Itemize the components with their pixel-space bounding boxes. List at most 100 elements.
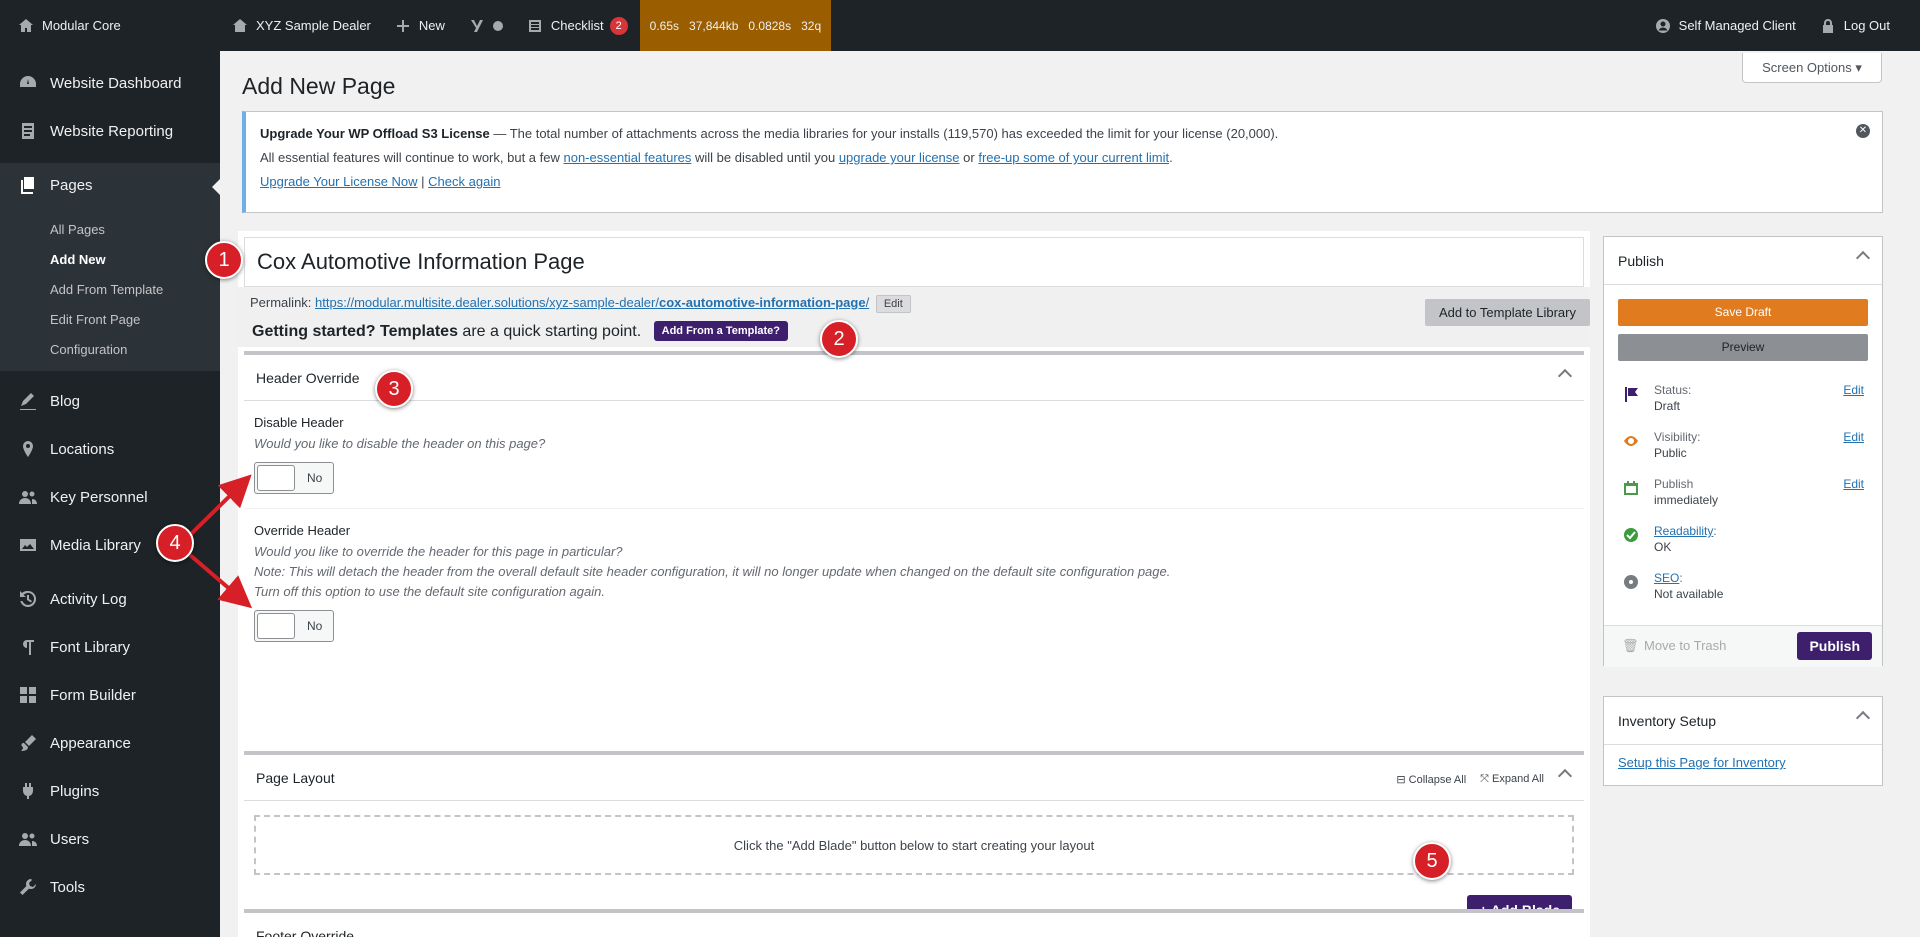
header-override-box: Header Override Disable Header Would you… <box>244 351 1584 656</box>
publish-button[interactable]: Publish <box>1797 632 1872 660</box>
edit-visibility-link[interactable]: Edit <box>1843 430 1864 444</box>
check-circle-icon <box>1624 528 1638 542</box>
screen-options-button[interactable]: Screen Options ▾ <box>1742 53 1882 83</box>
override-header-field: Override Header Would you like to overri… <box>244 509 1584 656</box>
submenu-configuration[interactable]: Configuration <box>0 335 220 365</box>
wrench-icon <box>20 879 37 895</box>
permalink-link[interactable]: https://modular.multisite.dealer.solutio… <box>315 295 869 310</box>
post-title-input[interactable]: Cox Automotive Information Page <box>244 237 1584 287</box>
publish-actions: 🗑 Move to Trash Publish <box>1604 625 1882 667</box>
menu-form-builder[interactable]: Form Builder <box>0 671 220 719</box>
plugin-icon <box>22 783 34 799</box>
permalink: Permalink: https://modular.multisite.dea… <box>250 295 911 313</box>
callout-1: 1 <box>205 241 243 279</box>
upgrade-license-link[interactable]: upgrade your license <box>839 150 960 165</box>
header-override-heading[interactable]: Header Override <box>244 355 1584 401</box>
menu-key-personnel[interactable]: Key Personnel <box>0 473 220 521</box>
submenu-edit-front-page[interactable]: Edit Front Page <box>0 305 220 335</box>
eye-icon <box>1624 436 1638 446</box>
move-to-trash-link[interactable]: Move to Trash <box>1644 638 1726 653</box>
trash-icon: 🗑 <box>1622 638 1639 653</box>
form-icon <box>20 687 36 703</box>
logout-link[interactable]: Log Out <box>1808 0 1920 51</box>
menu-tools[interactable]: Tools <box>0 863 220 911</box>
callout-2: 2 <box>820 320 858 358</box>
menu-appearance[interactable]: Appearance <box>0 719 220 767</box>
page-layout-heading[interactable]: Page Layout ⊟ Collapse All ⤧ Expand All <box>244 755 1584 801</box>
callout-3: 3 <box>375 370 413 408</box>
post-editor: Cox Automotive Information Page Permalin… <box>238 231 1590 937</box>
menu-blog[interactable]: Blog <box>0 377 220 425</box>
users-icon <box>19 833 37 846</box>
add-from-template-button[interactable]: Add From a Template? <box>653 321 789 341</box>
menu-activity-log[interactable]: Activity Log <box>0 575 220 623</box>
query-monitor[interactable]: 0.65s 37,844kb 0.0828s 32q <box>639 0 832 51</box>
brush-icon <box>21 735 36 751</box>
submenu-all-pages[interactable]: All Pages <box>0 215 220 245</box>
chevron-up-icon[interactable] <box>1557 768 1573 784</box>
dealer-menu[interactable]: XYZ Sample Dealer <box>220 0 383 51</box>
inventory-setup-heading[interactable]: Inventory Setup <box>1604 697 1882 745</box>
readability-link[interactable]: Readability <box>1654 524 1713 538</box>
menu-locations[interactable]: Locations <box>0 425 220 473</box>
user-avatar-icon <box>1655 18 1670 33</box>
font-icon <box>23 640 34 655</box>
submenu-add-new[interactable]: Add New <box>0 245 220 275</box>
chevron-up-icon[interactable] <box>1855 250 1871 266</box>
calendar-icon <box>1624 481 1638 495</box>
layout-dropzone: Click the "Add Blade" button below to st… <box>254 815 1574 875</box>
menu-users[interactable]: Users <box>0 815 220 863</box>
checklist-menu[interactable]: Checklist 2 <box>515 0 640 51</box>
edit-status-link[interactable]: Edit <box>1843 383 1864 397</box>
toggle-knob <box>257 613 295 639</box>
chevron-up-icon[interactable] <box>1855 710 1871 726</box>
override-header-toggle[interactable]: No <box>254 610 334 642</box>
user-menu[interactable]: Self Managed Client <box>1643 0 1808 51</box>
callout-5: 5 <box>1413 842 1451 880</box>
footer-override-box: Footer Override <box>244 909 1584 937</box>
seo-row: SEO: Not available <box>1604 563 1882 610</box>
check-again-link[interactable]: Check again <box>428 174 500 189</box>
seo-link[interactable]: SEO <box>1654 571 1679 585</box>
disable-header-toggle[interactable]: No <box>254 462 334 494</box>
templates-prompt: Getting started? Templates are a quick s… <box>252 321 789 341</box>
visibility-row: Visibility: Public Edit <box>1604 422 1882 469</box>
collapse-all-button[interactable]: ⊟ Collapse All <box>1396 773 1466 786</box>
upgrade-license-now-link[interactable]: Upgrade Your License Now <box>260 174 418 189</box>
save-draft-button[interactable]: Save Draft <box>1618 299 1868 326</box>
disable-header-field: Disable Header Would you like to disable… <box>244 401 1584 509</box>
lock-icon <box>1822 18 1833 33</box>
menu-website-dashboard[interactable]: Website Dashboard <box>0 59 220 107</box>
preview-button[interactable]: Preview <box>1618 334 1868 361</box>
add-to-template-library-button[interactable]: Add to Template Library <box>1424 299 1590 326</box>
non-essential-features-link[interactable]: non-essential features <box>563 150 691 165</box>
dismiss-notice-icon[interactable]: ✕ <box>1856 124 1870 138</box>
submenu-add-from-template[interactable]: Add From Template <box>0 275 220 305</box>
menu-font-library[interactable]: Font Library <box>0 623 220 671</box>
publish-heading[interactable]: Publish <box>1604 237 1882 285</box>
menu-website-reporting[interactable]: Website Reporting <box>0 107 220 155</box>
inventory-setup-link[interactable]: Setup this Page for Inventory <box>1618 755 1868 770</box>
checklist-icon <box>528 19 541 32</box>
house-icon <box>233 18 247 32</box>
location-icon <box>23 441 33 457</box>
free-up-limit-link[interactable]: free-up some of your current limit <box>978 150 1169 165</box>
media-icon <box>20 539 36 551</box>
menu-plugins[interactable]: Plugins <box>0 767 220 815</box>
yoast-menu[interactable] <box>457 0 515 51</box>
readability-row: Readability: OK <box>1604 516 1882 563</box>
people-icon <box>19 491 37 504</box>
plus-icon <box>396 19 409 32</box>
chevron-up-icon[interactable] <box>1557 368 1573 384</box>
footer-override-heading[interactable]: Footer Override <box>244 913 1584 937</box>
dashboard-icon <box>20 76 36 87</box>
menu-pages[interactable]: Pages <box>0 163 220 207</box>
admin-sidebar: Website Dashboard Website Reporting Page… <box>0 51 220 937</box>
inventory-setup-box: Inventory Setup Setup this Page for Inve… <box>1603 696 1883 786</box>
expand-all-button[interactable]: ⤧ Expand All <box>1480 773 1544 786</box>
edit-publish-date-link[interactable]: Edit <box>1843 477 1864 491</box>
edit-permalink-button[interactable]: Edit <box>875 295 911 313</box>
site-menu[interactable]: Modular Core <box>0 0 220 51</box>
main-content: Screen Options ▾ Add New Page Upgrade Yo… <box>220 51 1920 937</box>
new-menu[interactable]: New <box>383 0 457 51</box>
